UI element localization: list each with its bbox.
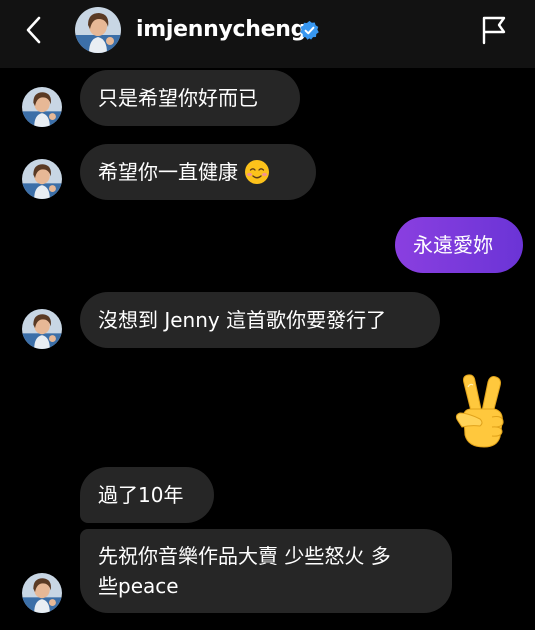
flag-icon — [482, 16, 506, 45]
avatar-image — [22, 573, 62, 613]
message-text: 永遠愛妳 — [413, 233, 493, 257]
sender-avatar[interactable] — [22, 159, 62, 199]
avatar-image — [75, 7, 121, 53]
avatar-image — [22, 87, 62, 127]
message-text: 先祝你音樂作品大賣 少些怒火 多 些peace — [98, 541, 391, 601]
received-message-bubble[interactable]: 希望你一直健康 — [80, 144, 316, 200]
back-button[interactable] — [16, 12, 52, 48]
sender-avatar[interactable] — [22, 573, 62, 613]
message-text: 沒想到 Jenny 這首歌你要發行了 — [98, 308, 387, 332]
received-message-bubble[interactable]: 只是希望你好而已 — [80, 70, 300, 126]
message-line: 些peace — [98, 574, 179, 598]
message-text: 只是希望你好而已 — [98, 86, 258, 110]
sender-avatar[interactable] — [22, 87, 62, 127]
chat-header: imjennycheng — [0, 0, 535, 68]
message-line: 先祝你音樂作品大賣 少些怒火 多 — [98, 544, 391, 568]
message-text: 希望你一直健康 — [98, 160, 238, 184]
received-message-bubble[interactable]: 先祝你音樂作品大賣 少些怒火 多 些peace — [80, 529, 452, 613]
avatar-image — [22, 309, 62, 349]
avatar-image — [22, 159, 62, 199]
verified-badge-icon — [300, 20, 319, 40]
chevron-left-icon — [26, 16, 41, 44]
received-message-bubble[interactable]: 沒想到 Jenny 這首歌你要發行了 — [80, 292, 440, 348]
sender-avatar[interactable] — [22, 309, 62, 349]
header-avatar[interactable] — [75, 7, 121, 53]
smiling-face-icon — [245, 160, 269, 184]
message-text: 過了10年 — [98, 483, 184, 507]
victory-hand-icon[interactable] — [450, 373, 512, 449]
received-message-bubble[interactable]: 過了10年 — [80, 467, 214, 523]
report-flag-button[interactable] — [478, 14, 510, 46]
sent-message-bubble[interactable]: 永遠愛妳 — [395, 217, 523, 273]
chat-username[interactable]: imjennycheng — [136, 16, 306, 44]
